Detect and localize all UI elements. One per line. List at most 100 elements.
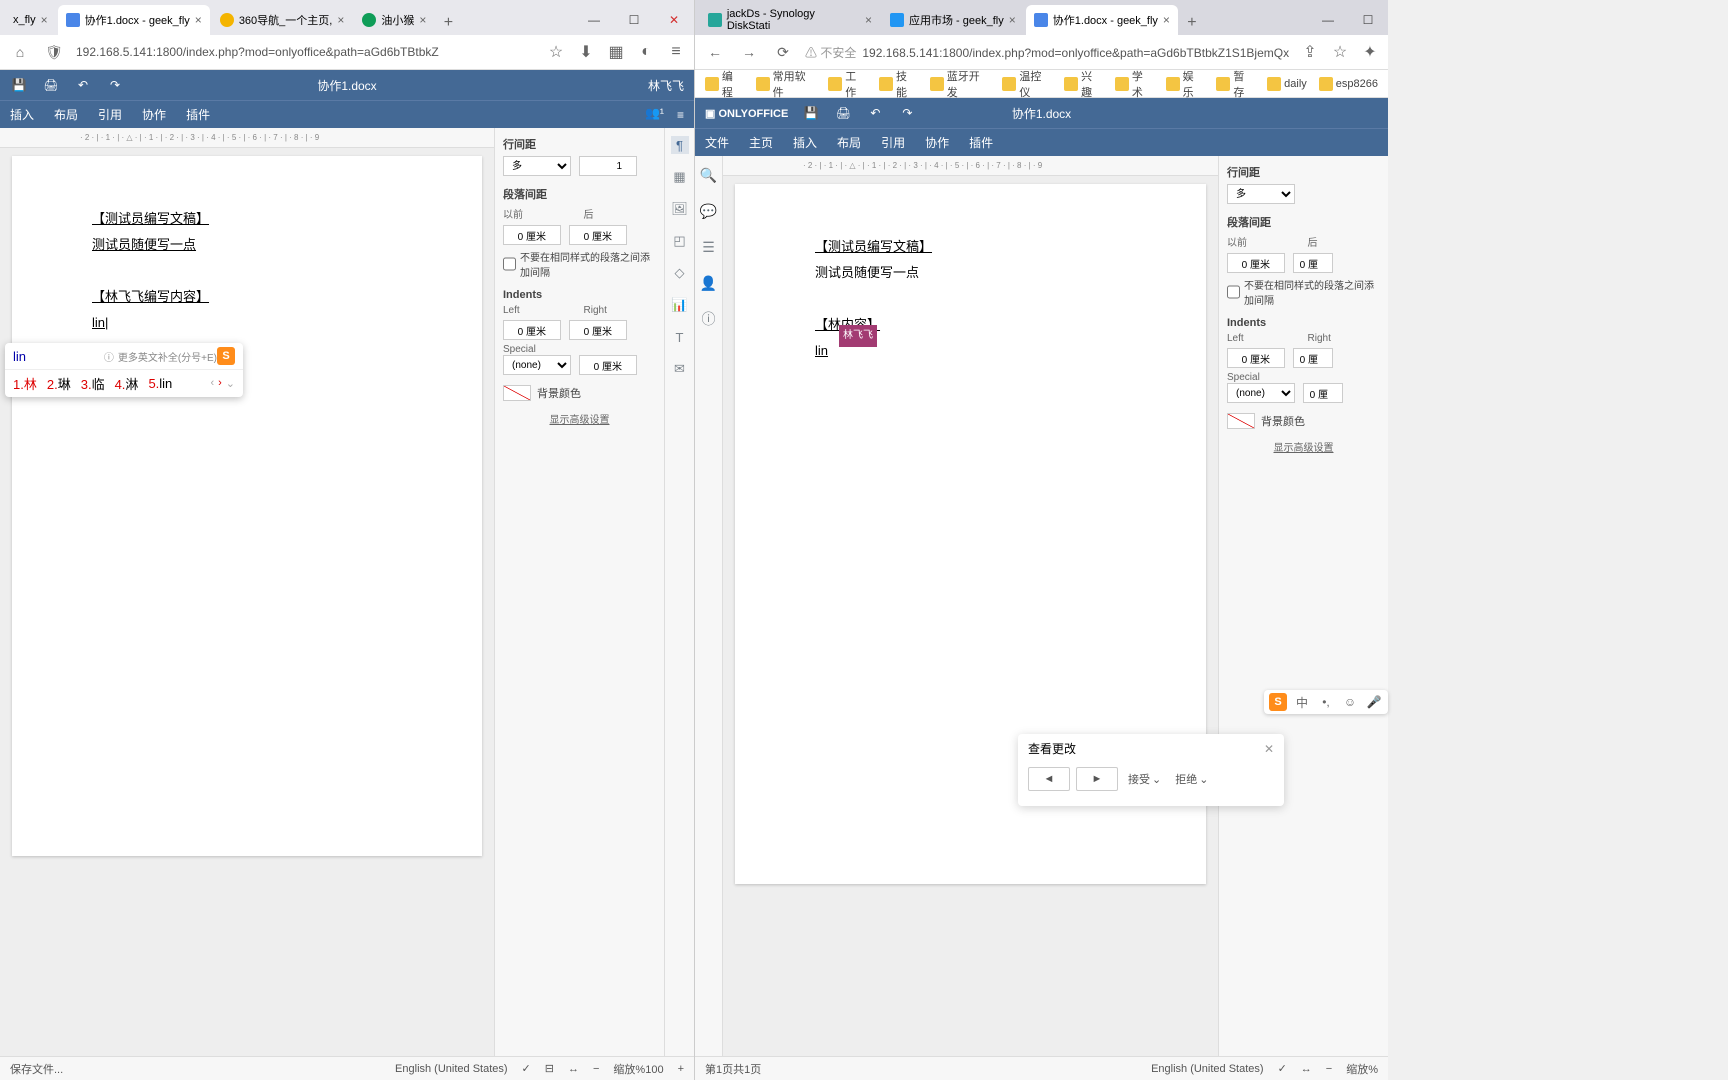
close-icon[interactable]: ✕ (1264, 742, 1274, 756)
ime-cand-2[interactable]: 2.琳 (47, 374, 71, 393)
ime-mode-icon[interactable]: 中 (1293, 693, 1311, 711)
special-select[interactable]: (none) (503, 355, 571, 375)
close-icon[interactable]: × (419, 13, 426, 27)
special-select-r[interactable]: (none) (1227, 383, 1295, 403)
document-page[interactable]: 【测试员编写文稿】 测试员随便写一点 【林飞飞编写内容】 lin| (12, 156, 482, 856)
undo-icon[interactable]: ↶ (866, 104, 884, 122)
line-spacing-value[interactable] (579, 156, 637, 176)
user-label[interactable]: 林飞飞 (648, 77, 684, 94)
redo-icon[interactable]: ↷ (898, 104, 916, 122)
ime-more-icon[interactable]: ⌄ (226, 377, 235, 390)
reject-button[interactable]: 拒绝 ⌄ (1171, 771, 1212, 787)
header-icon[interactable]: ◰ (671, 232, 689, 250)
save-icon[interactable]: 💾 (10, 76, 28, 94)
special-value-r[interactable] (1303, 383, 1343, 403)
maximize-button[interactable]: ☐ (614, 5, 654, 35)
indent-right-input[interactable] (569, 320, 627, 340)
text-icon[interactable]: T (671, 328, 689, 346)
menu-layout[interactable]: 布局 (837, 134, 861, 151)
sogou-logo-icon[interactable]: S (1269, 693, 1287, 711)
bookmark-8[interactable]: 娱乐 (1166, 68, 1205, 100)
ime-prev-icon[interactable]: ‹ (210, 377, 214, 390)
chart-icon[interactable]: 📊 (671, 296, 689, 314)
tab-3[interactable]: 油小猴× (354, 5, 434, 35)
close-icon[interactable]: × (865, 13, 872, 27)
spellcheck-icon[interactable]: ✓ (522, 1062, 531, 1075)
menu-plugin[interactable]: 插件 (186, 106, 210, 123)
menu-insert[interactable]: 插入 (10, 106, 34, 123)
shape-icon[interactable]: ◇ (671, 264, 689, 282)
ime-emoji-icon[interactable]: ☺ (1341, 693, 1359, 711)
reload-icon[interactable]: ⟳ (771, 40, 795, 64)
bookmark-2[interactable]: 工作 (828, 68, 867, 100)
new-tab-button[interactable]: + (1180, 11, 1204, 35)
tab-r1[interactable]: 应用市场 - geek_fly× (882, 5, 1024, 35)
account-icon[interactable]: ◐ (636, 42, 656, 62)
tab-r2[interactable]: 协作1.docx - geek_fly× (1026, 5, 1178, 35)
tab-2[interactable]: 360导航_一个主页,× (212, 5, 353, 35)
bookmark-3[interactable]: 技能 (879, 68, 918, 100)
minimize-button[interactable]: — (1308, 5, 1348, 35)
download-icon[interactable]: ⬇ (576, 42, 596, 62)
spacing-after-input[interactable] (569, 225, 627, 245)
indent-left-input-r[interactable] (1227, 348, 1285, 368)
indent-left-input[interactable] (503, 320, 561, 340)
accept-button[interactable]: 接受 ⌄ (1124, 771, 1165, 787)
special-value[interactable] (579, 355, 637, 375)
menu-plugin[interactable]: 插件 (969, 134, 993, 151)
fit-icon[interactable]: ↔ (1301, 1063, 1312, 1075)
menu-ref[interactable]: 引用 (881, 134, 905, 151)
bookmark-9[interactable]: 暂存 (1216, 68, 1255, 100)
sogou-floating-bar[interactable]: S 中 •, ☺ 🎤 (1264, 690, 1388, 714)
ime-cand-3[interactable]: 3.临 (81, 374, 105, 393)
menu-collab[interactable]: 协作 (925, 134, 949, 151)
heading-icon[interactable]: ☰ (700, 238, 718, 256)
advanced-settings-link[interactable]: 显示高级设置 (503, 411, 656, 426)
back-icon[interactable]: ← (703, 40, 727, 64)
bg-color-swatch-r[interactable] (1227, 413, 1255, 429)
url-field[interactable]: ⚠ 不安全192.168.5.141:1800/index.php?mod=on… (805, 44, 1290, 61)
zoom-label-r[interactable]: 缩放% (1346, 1061, 1378, 1077)
maximize-button[interactable]: ☐ (1348, 5, 1388, 35)
minimize-button[interactable]: — (574, 5, 614, 35)
new-tab-button[interactable]: + (436, 11, 460, 35)
menu-file[interactable]: 文件 (705, 134, 729, 151)
zoom-label[interactable]: 缩放%100 (613, 1061, 663, 1077)
close-icon[interactable]: × (337, 13, 344, 27)
language-selector-r[interactable]: English (United States) (1151, 1063, 1264, 1075)
menu-home[interactable]: 主页 (749, 134, 773, 151)
bookmark-11[interactable]: esp8266 (1319, 77, 1378, 91)
bookmark-0[interactable]: 编程 (705, 68, 744, 100)
save-icon[interactable]: 💾 (802, 104, 820, 122)
puzzle-icon[interactable]: ✦ (1360, 42, 1380, 62)
bookmark-4[interactable]: 蓝牙开发 (930, 68, 991, 100)
no-same-checkbox-r[interactable] (1227, 277, 1240, 307)
ime-cand-4[interactable]: 4.淋 (115, 374, 139, 393)
share-icon[interactable]: 👥¹ (645, 106, 667, 124)
ime-cand-1[interactable]: 1.林 (13, 374, 37, 393)
menu-layout[interactable]: 布局 (54, 106, 78, 123)
spacing-before-input[interactable] (503, 225, 561, 245)
paragraph-icon[interactable]: ¶ (671, 136, 689, 154)
spacing-before-input-r[interactable] (1227, 253, 1285, 273)
bookmark-10[interactable]: daily (1267, 77, 1307, 91)
menu-collab[interactable]: 协作 (142, 106, 166, 123)
spacing-after-input-r[interactable] (1293, 253, 1333, 273)
shield-icon[interactable]: 🛡 (42, 40, 66, 64)
track-icon[interactable]: ⊟ (545, 1062, 554, 1075)
star-icon[interactable]: ☆ (546, 42, 566, 62)
ime-mic-icon[interactable]: 🎤 (1365, 693, 1383, 711)
tab-r0[interactable]: jackDs - Synology DiskStati× (700, 5, 880, 35)
bg-color-swatch[interactable] (503, 385, 531, 401)
close-icon[interactable]: × (1163, 13, 1170, 27)
print-icon[interactable]: 🖨 (834, 104, 852, 122)
bookmark-7[interactable]: 学术 (1115, 68, 1154, 100)
indent-right-input-r[interactable] (1293, 348, 1333, 368)
zoom-out-icon[interactable]: − (593, 1063, 599, 1075)
hamburger-icon[interactable]: ≡ (677, 108, 684, 122)
info-icon[interactable]: ⓘ (700, 310, 718, 328)
star-icon[interactable]: ☆ (1330, 42, 1350, 62)
home-icon[interactable]: ⌂ (8, 40, 32, 64)
advanced-settings-link-r[interactable]: 显示高级设置 (1227, 439, 1380, 454)
prev-change-button[interactable]: ◄ (1028, 767, 1070, 791)
